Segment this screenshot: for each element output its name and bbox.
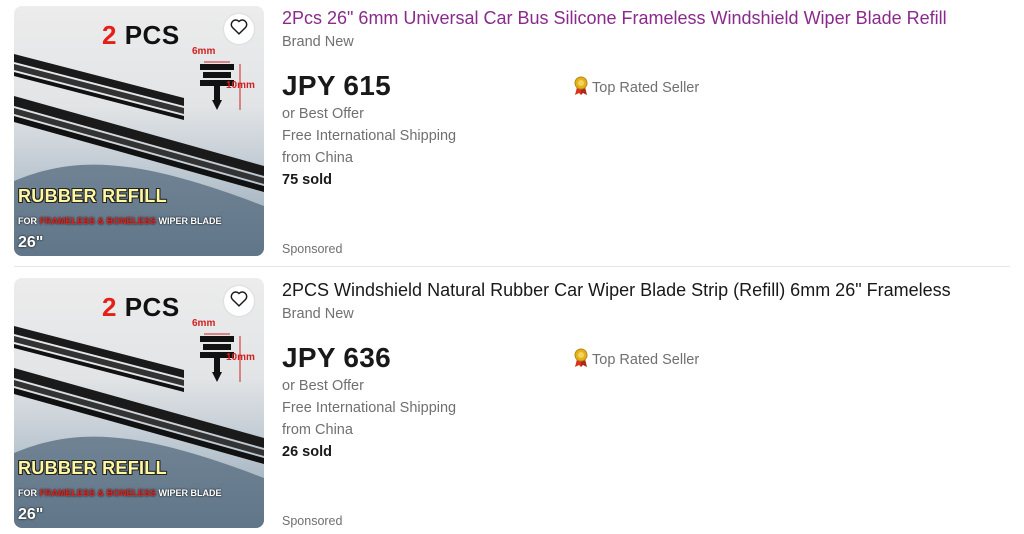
listing-divider	[14, 266, 1010, 267]
item-location: from China	[282, 422, 353, 438]
heart-icon	[230, 290, 248, 312]
best-offer-text: or Best Offer	[282, 106, 364, 122]
top-rated-seller-label: Top Rated Seller	[592, 80, 700, 96]
item-price: JPY 615	[282, 70, 392, 101]
image-size-label: 26"	[18, 506, 44, 523]
image-width-label: 6mm	[192, 318, 216, 329]
shipping-text: Free International Shipping	[282, 400, 457, 416]
item-location: from China	[282, 150, 353, 166]
image-size-label: 26"	[18, 234, 44, 251]
listing-item: 2 PCS 6mm 10mm RUBBER REFILL FOR FRAMELE…	[0, 272, 1024, 534]
item-condition: Brand New	[282, 34, 354, 50]
sponsored-label: Sponsored	[282, 242, 343, 256]
image-subline: FOR FRAMELESS & BONELESS WIPER BLADE	[18, 216, 222, 226]
image-height-label: 10mm	[226, 80, 255, 91]
sold-count: 75 sold	[282, 172, 332, 188]
item-condition: Brand New	[282, 306, 354, 322]
sponsored-label: Sponsored	[282, 514, 343, 528]
top-rated-seller-label: Top Rated Seller	[592, 352, 700, 368]
item-price: JPY 636	[282, 342, 392, 373]
image-subline: FOR FRAMELESS & BONELESS WIPER BLADE	[18, 488, 222, 498]
watch-heart-button[interactable]	[224, 286, 254, 316]
listing-title-link[interactable]: 2PCS Windshield Natural Rubber Car Wiper…	[282, 279, 951, 301]
heart-icon	[230, 18, 248, 40]
image-height-label: 10mm	[226, 352, 255, 363]
watch-heart-button[interactable]	[224, 14, 254, 44]
product-image[interactable]: 2 PCS 6mm 10mm RUBBER REFILL FOR FRAMELE…	[14, 278, 264, 528]
image-width-label: 6mm	[192, 46, 216, 57]
listing-title-link[interactable]: 2Pcs 26" 6mm Universal Car Bus Silicone …	[282, 7, 947, 29]
image-headline: RUBBER REFILL	[18, 186, 167, 206]
best-offer-text: or Best Offer	[282, 378, 364, 394]
listing-item: 2 PCS 6mm 10mm RUBBER REFILL FOR FRAMELE…	[0, 0, 1024, 262]
top-rated-seller-badge: Top Rated Seller	[572, 76, 699, 100]
image-pcs-label: 2 PCS	[102, 292, 180, 322]
product-image[interactable]: 2 PCS 6mm 10mm RUBBER REFILL FOR FRAMELE…	[14, 6, 264, 256]
top-rated-medal-icon	[572, 76, 592, 100]
sold-count: 26 sold	[282, 444, 332, 460]
image-pcs-label: 2 PCS	[102, 20, 180, 50]
shipping-text: Free International Shipping	[282, 128, 457, 144]
image-headline: RUBBER REFILL	[18, 458, 167, 478]
top-rated-seller-badge: Top Rated Seller	[572, 348, 699, 372]
top-rated-medal-icon	[572, 348, 592, 372]
